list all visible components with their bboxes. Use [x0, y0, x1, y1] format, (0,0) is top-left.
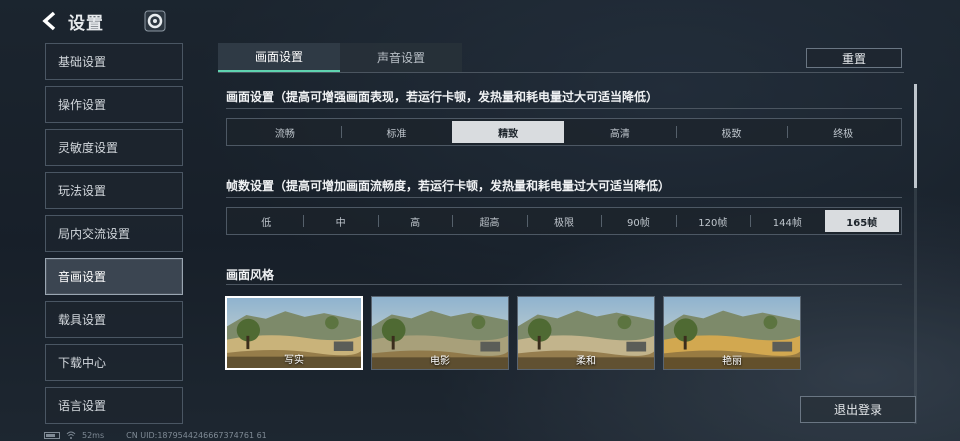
- style-option[interactable]: 电影: [371, 296, 509, 370]
- style-option[interactable]: 艳丽: [663, 296, 801, 370]
- frame-rate-title: 帧数设置（提高可增加画面流畅度，若运行卡顿，发热量和耗电量过大可适当降低）: [226, 179, 671, 193]
- section-divider: [226, 197, 902, 198]
- graphics-quality-option[interactable]: 极致: [675, 121, 788, 143]
- header: 设置: [40, 8, 166, 34]
- settings-sidebar: 基础设置操作设置灵敏度设置玩法设置局内交流设置 音画设置载具设置下载中心语言设置: [45, 43, 183, 430]
- sidebar-item[interactable]: 基础设置: [45, 43, 183, 80]
- sidebar-item[interactable]: 玩法设置: [45, 172, 183, 209]
- frame-rate-option[interactable]: 144帧: [750, 210, 824, 232]
- style-option-label: 电影: [430, 356, 450, 367]
- tab-divider: [218, 72, 904, 73]
- frame-rate-option[interactable]: 中: [303, 210, 377, 232]
- graphics-quality-option[interactable]: 终极: [787, 121, 899, 143]
- style-option-label: 写实: [284, 355, 304, 366]
- status-bar: 52ms CN UID:1879544246667374761 61: [44, 429, 267, 441]
- section-divider: [226, 108, 902, 109]
- tab-audio[interactable]: 声音设置: [340, 43, 462, 72]
- sidebar-item[interactable]: 灵敏度设置: [45, 129, 183, 166]
- sidebar-item[interactable]: 音画设置: [45, 258, 183, 295]
- battery-icon: [44, 431, 60, 439]
- frame-rate-option[interactable]: 超高: [452, 210, 526, 232]
- style-option[interactable]: 柔和: [517, 296, 655, 370]
- sidebar-item[interactable]: 局内交流设置: [45, 215, 183, 252]
- frame-rate-option[interactable]: 低: [229, 210, 303, 232]
- frame-rate-selector: 低中高超高 极限 90帧 120帧 144帧 165帧: [226, 207, 902, 235]
- frame-rate-option[interactable]: 极限: [526, 210, 601, 232]
- frame-rate-option[interactable]: 90帧: [601, 210, 675, 232]
- graphics-quality-option[interactable]: 高清: [564, 121, 676, 143]
- game-logo-icon[interactable]: [144, 10, 166, 32]
- style-option-label: 柔和: [576, 356, 596, 367]
- section-divider: [226, 284, 902, 285]
- graphics-quality-selector: 流畅 标准 精致 高清 极致 终极: [226, 118, 902, 146]
- wifi-icon: [66, 431, 76, 439]
- visual-style-selector: 写实 电影 柔和 艳丽: [225, 296, 801, 370]
- graphics-quality-option[interactable]: 精致: [452, 121, 565, 143]
- style-option-label: 艳丽: [722, 356, 742, 367]
- sidebar-item[interactable]: 下载中心: [45, 344, 183, 381]
- back-arrow-icon[interactable]: [40, 10, 58, 32]
- ping-value: 52ms: [82, 430, 105, 440]
- sidebar-item[interactable]: 载具设置: [45, 301, 183, 338]
- graphics-quality-title: 画面设置（提高可增强画面表现，若运行卡顿，发热量和耗电量过大可适当降低）: [226, 90, 659, 104]
- frame-rate-option[interactable]: 高: [377, 210, 452, 232]
- frame-rate-option[interactable]: 165帧: [824, 210, 899, 232]
- sidebar-item[interactable]: 操作设置: [45, 86, 183, 123]
- scrollbar-thumb[interactable]: [914, 84, 917, 188]
- user-uid: CN UID:1879544246667374761 61: [126, 430, 267, 440]
- style-option[interactable]: 写实: [225, 296, 363, 370]
- sidebar-item[interactable]: 语言设置: [45, 387, 183, 424]
- page-title: 设置: [68, 13, 104, 34]
- settings-tabs: 画面设置 声音设置: [218, 43, 462, 72]
- visual-style-title: 画面风格: [226, 268, 275, 282]
- tab-graphics[interactable]: 画面设置: [218, 43, 340, 72]
- frame-rate-option[interactable]: 120帧: [675, 210, 750, 232]
- reset-button[interactable]: 重置: [806, 48, 902, 68]
- graphics-quality-option[interactable]: 流畅: [229, 121, 341, 143]
- graphics-quality-option[interactable]: 标准: [340, 121, 453, 143]
- logout-button[interactable]: 退出登录: [800, 396, 916, 423]
